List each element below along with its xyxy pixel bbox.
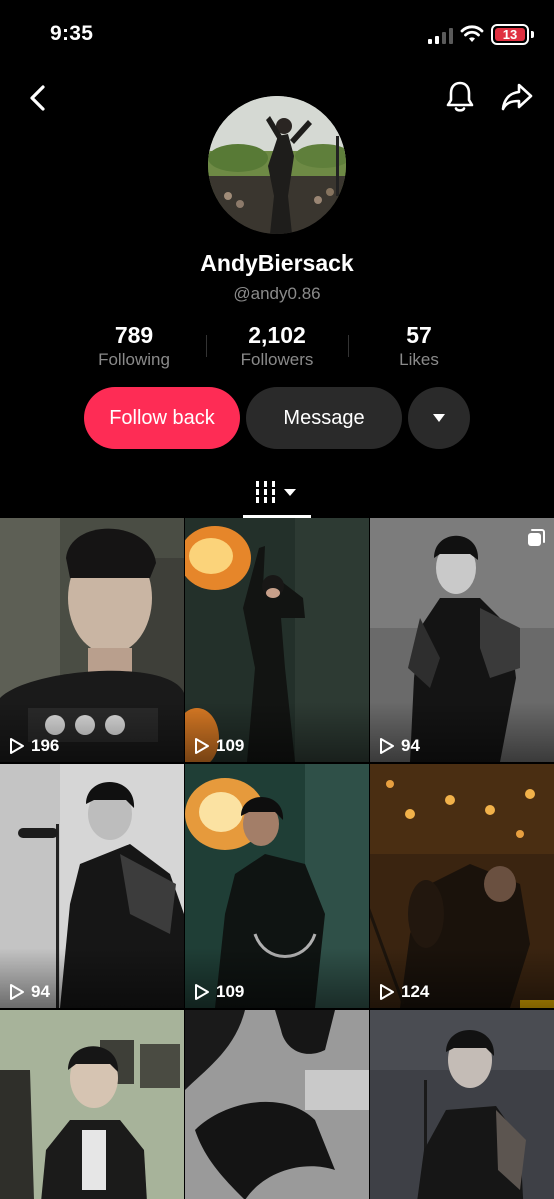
stat-likes[interactable]: 57 Likes: [349, 322, 489, 370]
play-icon: [195, 738, 209, 754]
stat-followers[interactable]: 2,102 Followers: [207, 322, 347, 370]
video-tile[interactable]: [185, 1010, 369, 1199]
view-count: 109: [194, 982, 244, 1002]
wifi-icon: [460, 25, 484, 42]
share-button[interactable]: [497, 78, 537, 116]
video-tile[interactable]: [370, 1010, 554, 1199]
message-button[interactable]: Message: [246, 387, 402, 449]
view-count-text: 196: [31, 736, 60, 755]
stat-value: 789: [114, 322, 154, 348]
view-count-text: 94: [401, 736, 420, 755]
video-tile[interactable]: 196: [0, 518, 184, 762]
video-thumbnail: [185, 1010, 369, 1199]
battery-cap: [531, 31, 534, 38]
view-count: 109: [194, 736, 244, 756]
profile-avatar[interactable]: [208, 96, 346, 234]
profile-username: AndyBiersack: [200, 250, 354, 276]
battery-level: 13: [502, 27, 518, 42]
suggested-accounts-button[interactable]: [408, 387, 470, 449]
back-button[interactable]: [20, 80, 56, 116]
view-count-text: 109: [216, 982, 245, 1001]
caret-down-icon: [433, 414, 445, 422]
video-grid: 196 109 94 94 109 124: [0, 518, 554, 1199]
view-count: 196: [9, 736, 59, 756]
cellular-signal-icon: [428, 28, 453, 44]
battery-icon: 13: [491, 24, 529, 45]
stat-label: Likes: [399, 350, 439, 369]
video-thumbnail: [0, 1010, 184, 1199]
video-tile[interactable]: 94: [0, 764, 184, 1008]
view-count-text: 94: [31, 982, 50, 1001]
play-icon: [10, 738, 24, 754]
stat-label: Following: [98, 350, 170, 369]
follow-back-button[interactable]: Follow back: [84, 387, 240, 449]
notifications-button[interactable]: [441, 78, 479, 116]
view-count-text: 109: [216, 736, 245, 755]
photo-carousel-icon: [528, 529, 545, 546]
video-tile[interactable]: [0, 1010, 184, 1199]
play-icon: [380, 984, 394, 1000]
grid-columns-icon: [254, 481, 296, 503]
view-count: 94: [9, 982, 50, 1002]
play-icon: [10, 984, 24, 1000]
status-bar: 9:35 13: [0, 0, 554, 70]
stat-value: 2,102: [248, 322, 306, 348]
video-tile[interactable]: 124: [370, 764, 554, 1008]
video-thumbnail: [370, 1010, 554, 1199]
video-tile[interactable]: 109: [185, 764, 369, 1008]
stat-following[interactable]: 789 Following: [64, 322, 204, 370]
status-time: 9:35: [50, 22, 94, 45]
stat-label: Followers: [240, 350, 314, 369]
play-icon: [195, 984, 209, 1000]
video-tile[interactable]: 94: [370, 518, 554, 762]
play-icon: [380, 738, 394, 754]
stat-value: 57: [406, 322, 432, 348]
bell-icon: [446, 81, 474, 112]
chevron-left-icon: [30, 85, 45, 111]
share-arrow-icon: [501, 83, 533, 111]
view-count: 124: [379, 982, 429, 1002]
view-count-text: 124: [401, 982, 430, 1001]
video-tile[interactable]: 109: [185, 518, 369, 762]
tab-videos[interactable]: [243, 466, 311, 518]
view-count: 94: [379, 736, 420, 756]
profile-handle: @andy0.86: [233, 284, 321, 303]
